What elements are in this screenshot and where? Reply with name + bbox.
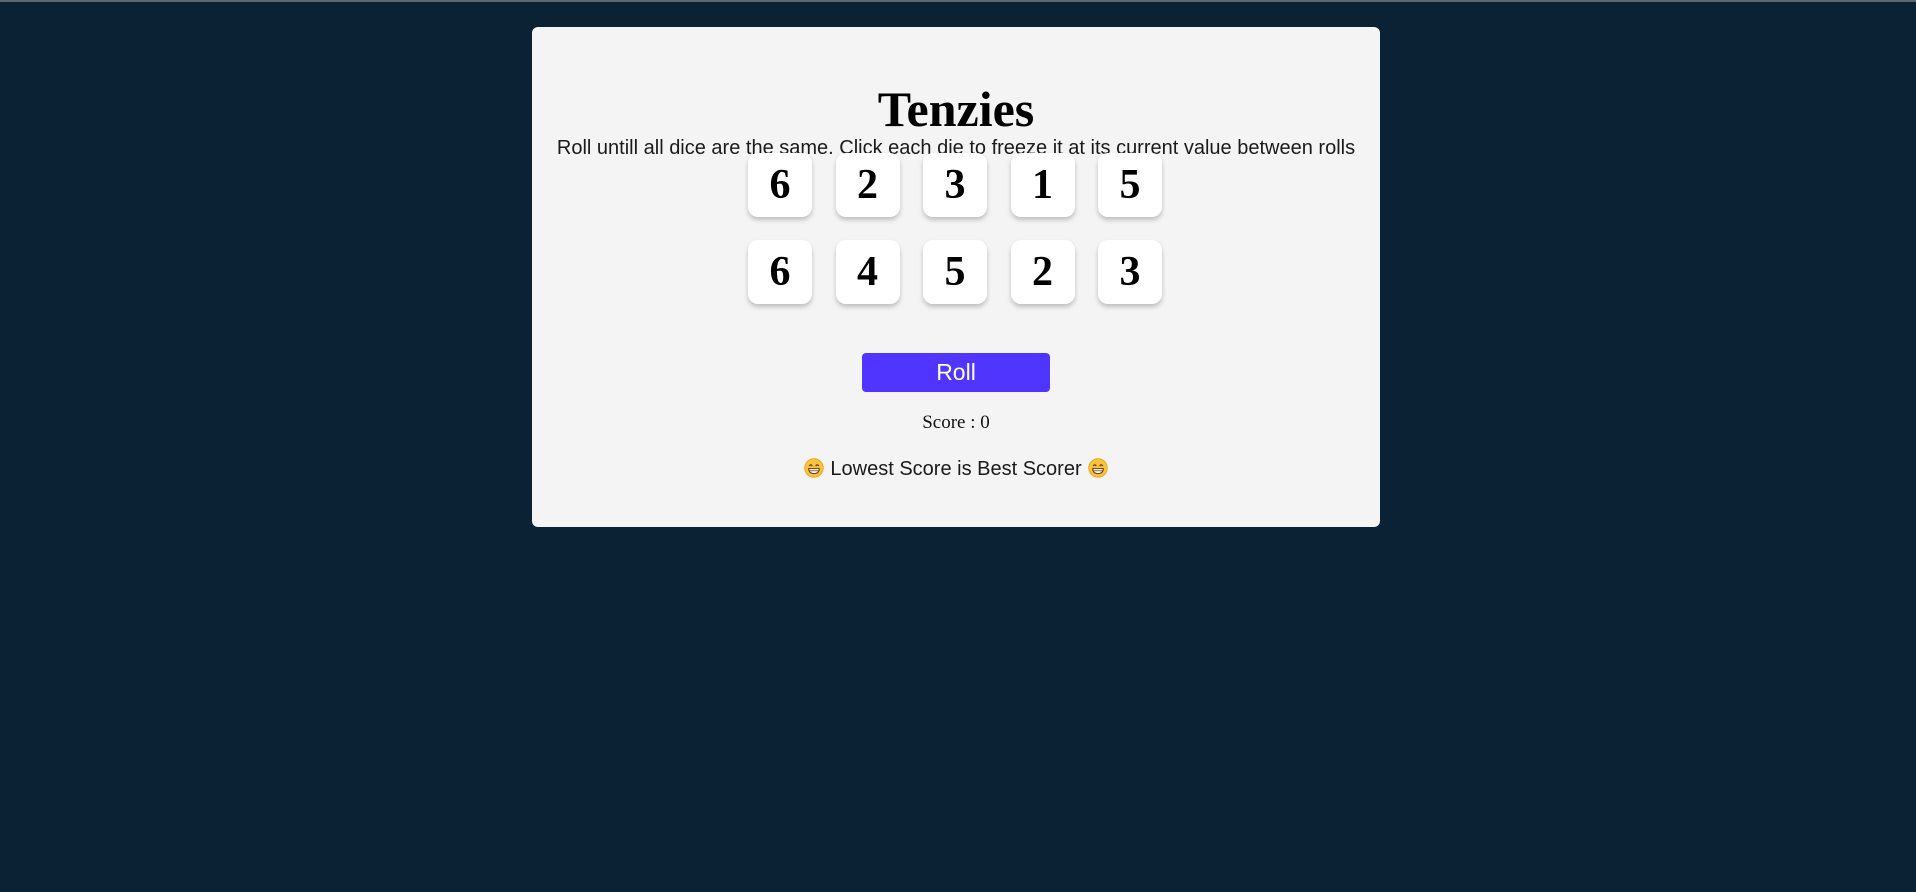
die-2[interactable]: 2 — [835, 153, 900, 217]
die-5[interactable]: 5 — [1098, 153, 1162, 217]
die-8[interactable]: 5 — [923, 240, 987, 304]
die-7[interactable]: 4 — [835, 240, 900, 304]
tagline-text: Lowest Score is Best Scorer — [830, 458, 1082, 480]
window-top-border — [0, 0, 1916, 2]
die-3[interactable]: 3 — [923, 153, 987, 217]
die-6[interactable]: 6 — [748, 240, 812, 304]
die-4[interactable]: 1 — [1010, 153, 1075, 217]
score-display: Score : 0 — [922, 412, 990, 433]
dice-grid: 6 2 3 1 5 6 4 5 2 3 — [748, 153, 1164, 304]
die-10[interactable]: 3 — [1098, 240, 1162, 304]
grinning-face-icon — [804, 458, 825, 478]
page-title: Tenzies — [877, 81, 1035, 137]
roll-button[interactable]: Roll — [862, 353, 1050, 392]
die-9[interactable]: 2 — [1010, 240, 1075, 304]
grinning-face-icon — [1087, 458, 1108, 478]
best-score-note: Lowest Score is Best Scorer — [532, 457, 1380, 481]
game-card: Tenzies Roll untill all dice are the sam… — [532, 27, 1380, 527]
die-1[interactable]: 6 — [748, 153, 812, 217]
